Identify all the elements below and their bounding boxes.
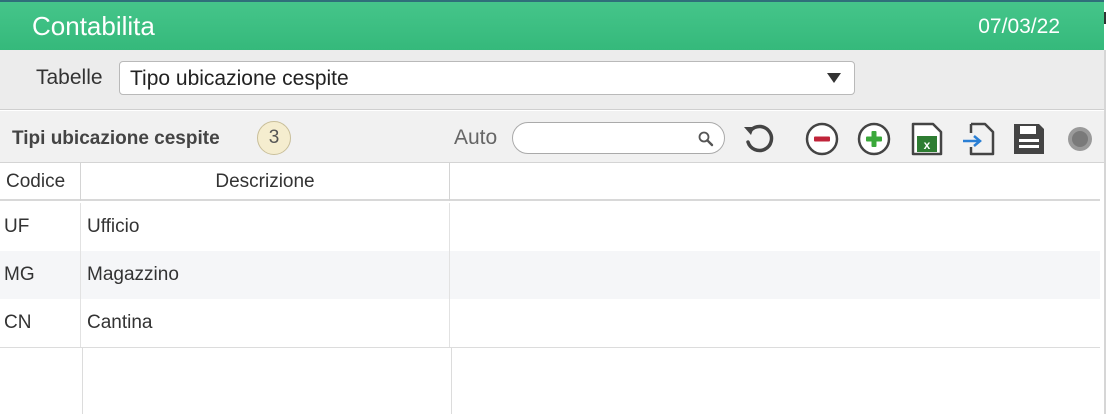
- auto-label: Auto: [454, 126, 498, 149]
- grid-header: Codice Descrizione: [0, 163, 1100, 201]
- column-header-descrizione[interactable]: Descrizione: [81, 163, 450, 201]
- grid-empty-area: [0, 347, 1100, 414]
- table-row[interactable]: UF Ufficio: [0, 203, 1100, 251]
- cell-description: Magazzino: [81, 251, 450, 299]
- list-toolbar: Tipi ubicazione cespite 3 Auto x: [0, 111, 1104, 163]
- column-divider: [451, 348, 452, 414]
- table-row[interactable]: MG Magazzino: [0, 251, 1100, 299]
- header-date: 07/03/22: [978, 15, 1060, 38]
- add-icon[interactable]: [856, 121, 892, 157]
- app-title: Contabilita: [32, 11, 155, 41]
- cell-description: Cantina: [81, 299, 450, 347]
- save-icon[interactable]: [1011, 121, 1047, 157]
- app-window: Contabilita 07/03/22 Tabelle Tipo ubicaz…: [0, 0, 1106, 414]
- cell-code: UF: [0, 203, 81, 251]
- table-row[interactable]: CN Cantina: [0, 299, 1100, 347]
- dropdown-arrow-icon[interactable]: [814, 62, 854, 94]
- import-icon[interactable]: [961, 121, 997, 157]
- refresh-icon[interactable]: [741, 121, 777, 157]
- app-header: Contabilita 07/03/22: [0, 0, 1104, 50]
- status-indicator-icon: [1062, 121, 1098, 157]
- record-count-badge: 3: [257, 121, 291, 155]
- search-icon[interactable]: [698, 131, 714, 152]
- svg-text:x: x: [924, 138, 931, 152]
- list-heading: Tipi ubicazione cespite: [12, 128, 220, 149]
- table-selector-label: Tabelle: [36, 66, 103, 89]
- table-select-value: Tipo ubicazione cespite: [130, 67, 349, 90]
- column-divider: [82, 348, 83, 414]
- table-selector-bar: Tabelle Tipo ubicazione cespite: [0, 50, 1104, 110]
- column-header-codice[interactable]: Codice: [0, 163, 81, 201]
- excel-export-icon[interactable]: x: [909, 121, 945, 157]
- cell-code: MG: [0, 251, 81, 299]
- cell-description: Ufficio: [81, 203, 450, 251]
- cell-code: CN: [0, 299, 81, 347]
- remove-icon[interactable]: [804, 121, 840, 157]
- search-input[interactable]: [512, 122, 725, 154]
- table-select[interactable]: Tipo ubicazione cespite: [119, 61, 855, 95]
